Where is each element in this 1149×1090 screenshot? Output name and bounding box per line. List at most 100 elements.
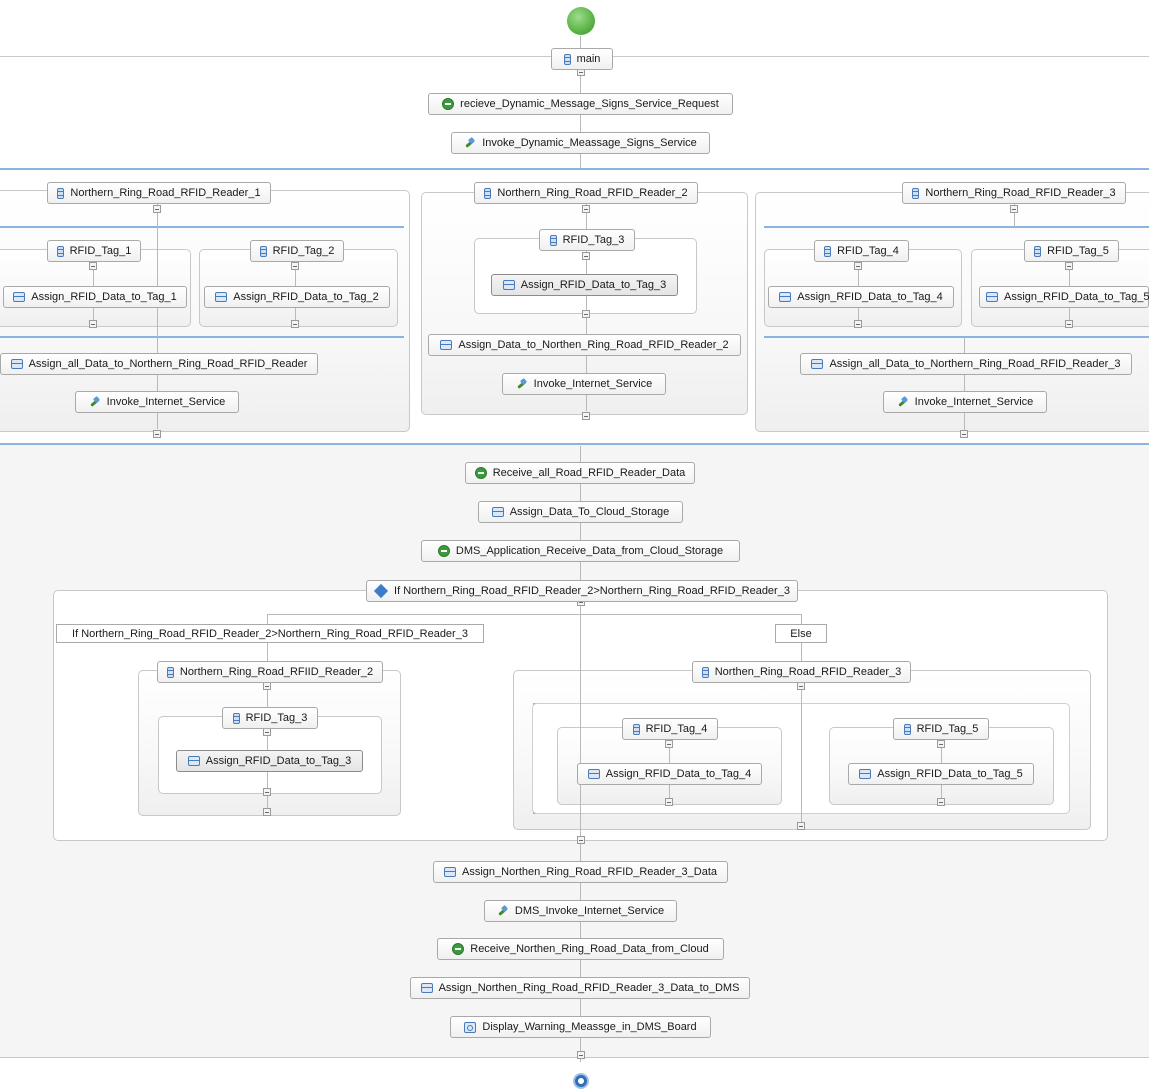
if-reader2-sequence-node[interactable]: Northern_Ring_Road_RFIID_Reader_2 xyxy=(157,661,383,683)
sequence-icon xyxy=(1034,245,1042,257)
invoke-icon xyxy=(464,137,476,149)
sequence-icon xyxy=(56,245,64,257)
else-tag5-sequence-node[interactable]: RFID_Tag_5 xyxy=(893,718,989,740)
collapse-toggle[interactable] xyxy=(577,1051,585,1059)
sequence-icon xyxy=(549,234,557,246)
sequence-icon xyxy=(824,245,832,257)
invoke-dms-service-node[interactable]: Invoke_Dynamic_Meassage_Signs_Service xyxy=(451,132,710,154)
collapse-toggle[interactable] xyxy=(89,320,97,328)
end-event[interactable] xyxy=(573,1073,589,1089)
if-branch-connector xyxy=(267,614,802,615)
assign-icon xyxy=(779,292,792,302)
reader2-sequence-node[interactable]: Northern_Ring_Road_RFID_Reader_2 xyxy=(474,182,698,204)
tag5-sequence-node[interactable]: RFID_Tag_5 xyxy=(1024,240,1119,262)
collapse-toggle[interactable] xyxy=(1065,262,1073,270)
if-tag3-sequence-node[interactable]: RFID_Tag_3 xyxy=(222,707,318,729)
reader3-sequence-node[interactable]: Northern_Ring_Road_RFID_Reader_3 xyxy=(902,182,1126,204)
dms-receive-cloud-node[interactable]: DMS_Application_Receive_Data_from_Cloud_… xyxy=(421,540,740,562)
tag4-sequence-node[interactable]: RFID_Tag_4 xyxy=(814,240,909,262)
display-warning-node[interactable]: Display_Warning_Meassge_in_DMS_Board xyxy=(450,1016,711,1038)
collapse-toggle[interactable] xyxy=(291,262,299,270)
receive-request-node[interactable]: recieve_Dynamic_Message_Signs_Service_Re… xyxy=(428,93,733,115)
collapse-toggle[interactable] xyxy=(854,262,862,270)
collapse-toggle[interactable] xyxy=(1010,205,1018,213)
assign-tag4-node[interactable]: Assign_RFID_Data_to_Tag_4 xyxy=(768,286,954,308)
assign-all-reader3-node[interactable]: Assign_all_Data_to_Northern_Ring_Road_RF… xyxy=(800,353,1132,375)
collapse-toggle[interactable] xyxy=(582,310,590,318)
assign-icon xyxy=(859,769,872,779)
assign-reader2-node[interactable]: Assign_Data_to_Northen_Ring_Road_RFID_Re… xyxy=(428,334,741,356)
assign-tag2-node[interactable]: Assign_RFID_Data_to_Tag_2 xyxy=(204,286,390,308)
reader1-sequence-node[interactable]: Northern_Ring_Road_RFID_Reader_1 xyxy=(47,182,271,204)
collapse-toggle[interactable] xyxy=(577,836,585,844)
assign-all-reader1-node[interactable]: Assign_all_Data_to_Northern_Ring_Road_RF… xyxy=(0,353,318,375)
main-sequence-node[interactable]: main xyxy=(551,48,613,70)
assign-icon xyxy=(491,507,504,517)
start-event[interactable] xyxy=(567,7,595,35)
else-assign-tag5-node[interactable]: Assign_RFID_Data_to_Tag_5 xyxy=(848,763,1034,785)
tag1-sequence-node[interactable]: RFID_Tag_1 xyxy=(47,240,141,262)
collapse-toggle[interactable] xyxy=(854,320,862,328)
collapse-toggle[interactable] xyxy=(937,740,945,748)
sequence-icon xyxy=(563,53,571,65)
collapse-toggle[interactable] xyxy=(291,320,299,328)
reader1-flow-bottom-bar xyxy=(0,336,404,338)
assign-icon xyxy=(187,756,200,766)
collapse-toggle[interactable] xyxy=(153,430,161,438)
collapse-toggle[interactable] xyxy=(263,788,271,796)
sequence-icon xyxy=(232,712,240,724)
sequence-icon xyxy=(701,666,709,678)
if-assign-tag3-node[interactable]: Assign_RFID_Data_to_Tag_3 xyxy=(176,750,363,772)
receive-icon xyxy=(474,467,487,479)
reader1-invoke-internet-node[interactable]: Invoke_Internet_Service xyxy=(75,391,239,413)
sequence-icon xyxy=(484,187,492,199)
if-condition-node[interactable]: If Northern_Ring_Road_RFID_Reader_2>Nort… xyxy=(366,580,798,602)
flow-top-bar xyxy=(0,168,1149,170)
collapse-toggle[interactable] xyxy=(582,412,590,420)
collapse-toggle[interactable] xyxy=(665,798,673,806)
reader2-invoke-internet-node[interactable]: Invoke_Internet_Service xyxy=(502,373,666,395)
receive-cloud-data-node[interactable]: Receive_Northen_Ring_Road_Data_from_Clou… xyxy=(437,938,724,960)
collapse-toggle[interactable] xyxy=(937,798,945,806)
dms-invoke-internet-node[interactable]: DMS_Invoke_Internet_Service xyxy=(484,900,677,922)
assign-tag5-node[interactable]: Assign_RFID_Data_to_Tag_5 xyxy=(979,286,1149,308)
else-branch-label[interactable]: Else xyxy=(775,624,827,643)
sequence-icon xyxy=(166,666,174,678)
collapse-toggle[interactable] xyxy=(665,740,673,748)
collapse-toggle[interactable] xyxy=(1065,320,1073,328)
connector xyxy=(580,446,581,1062)
assign-tag1-node[interactable]: Assign_RFID_Data_to_Tag_1 xyxy=(3,286,187,308)
assign-icon xyxy=(13,292,26,302)
collapse-toggle[interactable] xyxy=(89,262,97,270)
reply-icon xyxy=(464,1021,477,1033)
collapse-toggle[interactable] xyxy=(263,682,271,690)
invoke-icon xyxy=(497,905,509,917)
assign-icon xyxy=(215,292,228,302)
reader3-flow-top-bar xyxy=(764,226,1149,228)
reader3-invoke-internet-node[interactable]: Invoke_Internet_Service xyxy=(883,391,1047,413)
assign-dms-node[interactable]: Assign_Northen_Ring_Road_RFID_Reader_3_D… xyxy=(410,977,750,999)
else-tag4-sequence-node[interactable]: RFID_Tag_4 xyxy=(622,718,718,740)
invoke-icon xyxy=(897,396,909,408)
tag2-sequence-node[interactable]: RFID_Tag_2 xyxy=(250,240,344,262)
sequence-icon xyxy=(912,187,920,199)
collapse-toggle[interactable] xyxy=(797,822,805,830)
if-branch-label[interactable]: If Northern_Ring_Road_RFID_Reader_2>Nort… xyxy=(56,624,484,643)
assign-icon xyxy=(986,292,998,302)
collapse-toggle[interactable] xyxy=(960,430,968,438)
assign-cloud-storage-node[interactable]: Assign_Data_To_Cloud_Storage xyxy=(478,501,683,523)
collapse-toggle[interactable] xyxy=(797,682,805,690)
assign-reader3-data-node[interactable]: Assign_Northen_Ring_Road_RFID_Reader_3_D… xyxy=(433,861,728,883)
else-assign-tag4-node[interactable]: Assign_RFID_Data_to_Tag_4 xyxy=(577,763,762,785)
collapse-toggle[interactable] xyxy=(263,808,271,816)
receive-all-reader-data-node[interactable]: Receive_all_Road_RFID_Reader_Data xyxy=(465,462,695,484)
else-reader3-sequence-node[interactable]: Northen_Ring_Road_RFID_Reader_3 xyxy=(692,661,911,683)
assign-icon xyxy=(811,359,824,369)
collapse-toggle[interactable] xyxy=(582,252,590,260)
assign-tag3-node[interactable]: Assign_RFID_Data_to_Tag_3 xyxy=(491,274,678,296)
tag3-sequence-node[interactable]: RFID_Tag_3 xyxy=(539,229,635,251)
collapse-toggle[interactable] xyxy=(153,205,161,213)
collapse-toggle[interactable] xyxy=(582,205,590,213)
connector xyxy=(801,614,802,826)
collapse-toggle[interactable] xyxy=(263,728,271,736)
